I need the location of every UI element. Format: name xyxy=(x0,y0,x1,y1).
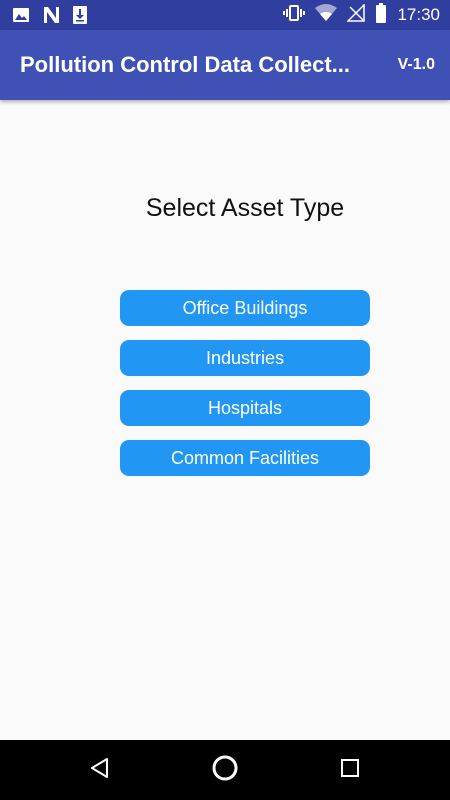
recents-button[interactable] xyxy=(335,755,365,785)
back-button[interactable] xyxy=(85,755,115,785)
status-bar: 17:30 xyxy=(0,0,450,30)
n-notification-icon xyxy=(42,6,60,29)
wifi-icon xyxy=(315,3,338,27)
battery-icon xyxy=(375,2,387,28)
navigation-bar xyxy=(0,740,450,800)
common-facilities-button[interactable]: Common Facilities xyxy=(120,440,370,476)
back-icon xyxy=(88,756,112,785)
vibrate-icon xyxy=(283,4,306,27)
asset-type-list: Office Buildings Industries Hospitals Co… xyxy=(120,290,370,490)
app-bar: Pollution Control Data Collect... V-1.0 xyxy=(0,30,450,100)
home-button[interactable] xyxy=(210,755,240,785)
screen: 17:30 Pollution Control Data Collect... … xyxy=(0,0,450,800)
recents-icon xyxy=(339,757,361,784)
notification-icons xyxy=(12,5,88,30)
industries-button[interactable]: Industries xyxy=(120,340,370,376)
signal-off-icon xyxy=(346,2,366,27)
app-version: V-1.0 xyxy=(397,56,435,73)
main-content: Select Asset Type Office Buildings Indus… xyxy=(0,100,450,740)
hospitals-button[interactable]: Hospitals xyxy=(120,390,370,426)
download-icon xyxy=(72,5,88,30)
image-icon xyxy=(12,6,30,29)
page-heading: Select Asset Type xyxy=(145,194,345,222)
status-time: 17:30 xyxy=(397,5,440,24)
system-icons: 17:30 xyxy=(283,2,440,28)
app-title: Pollution Control Data Collect... xyxy=(20,52,350,77)
home-icon xyxy=(211,754,239,787)
office-buildings-button[interactable]: Office Buildings xyxy=(120,290,370,326)
